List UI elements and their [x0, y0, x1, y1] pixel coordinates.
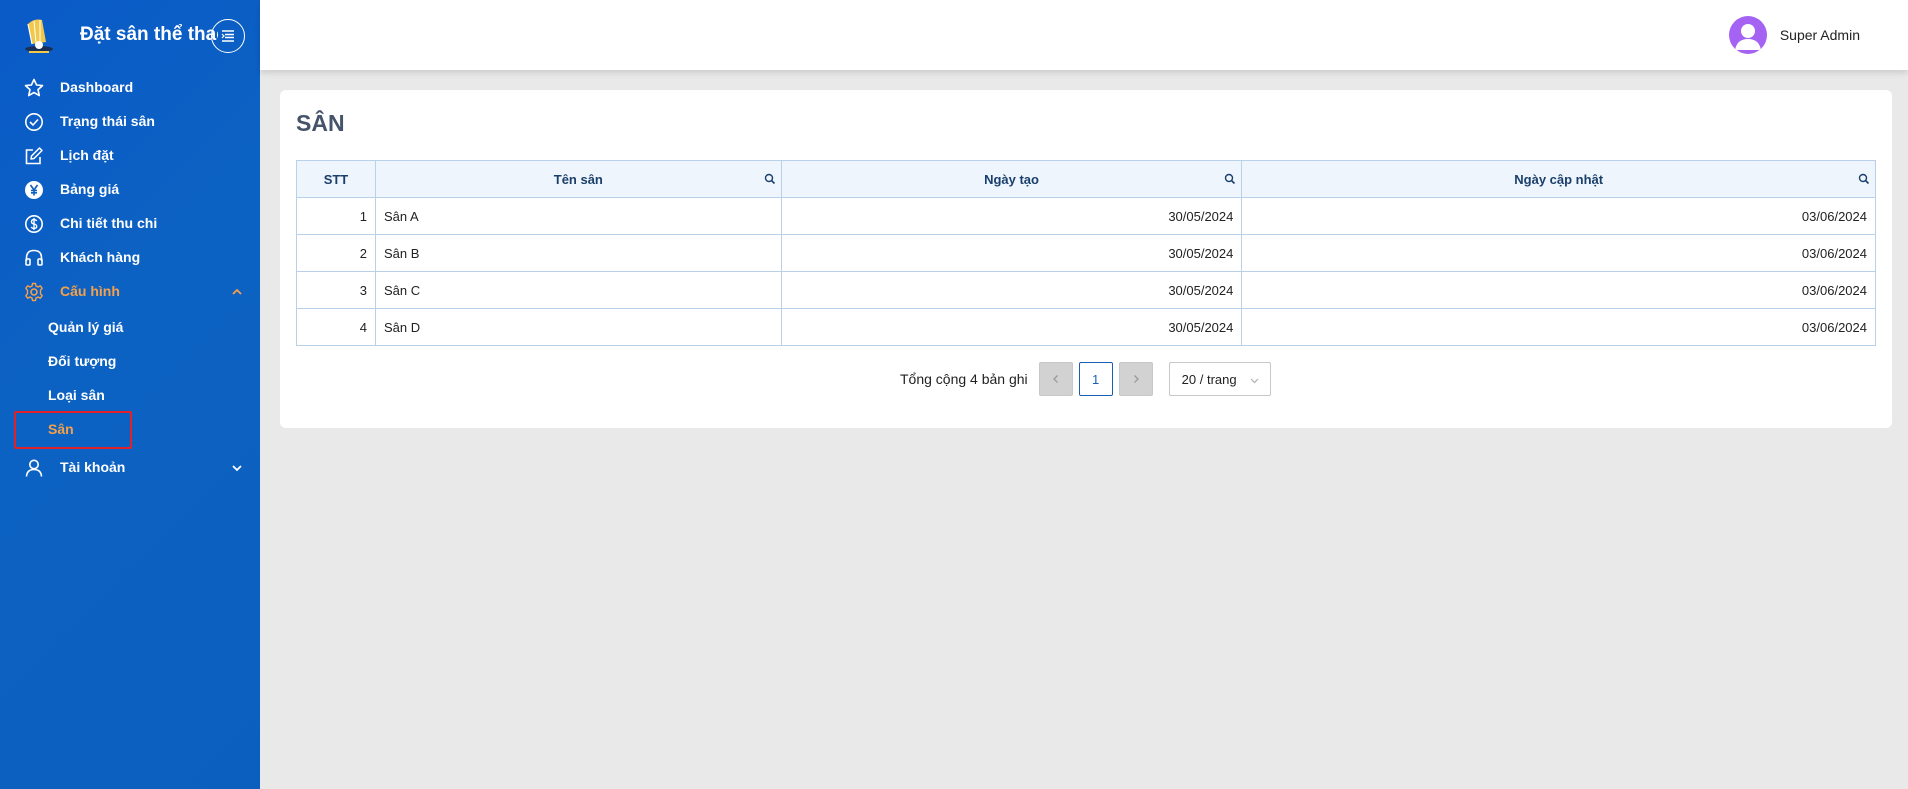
- cell-name: Sân B: [374, 234, 782, 272]
- avatar: [1728, 16, 1767, 54]
- sidebar-subitem-label: Loại sân: [48, 387, 105, 403]
- sidebar-subitem-customer-types[interactable]: Đối tượng: [0, 346, 260, 376]
- sidebar-item-court-status[interactable]: Trạng thái sân: [0, 106, 260, 136]
- brand: Đặt sân thể thao: [0, 0, 260, 72]
- badminton-shuttle-logo: [20, 14, 58, 54]
- dollar-circle-icon: [23, 213, 45, 235]
- sidebar-subitem-label: Đối tượng: [48, 353, 117, 369]
- cell-created: 30/05/2024: [780, 197, 1243, 235]
- selection-highlight-box: [14, 411, 132, 449]
- page-size-select[interactable]: 20 / trang: [1168, 362, 1271, 396]
- column-header-label: Ngày cập nhật: [1514, 171, 1604, 187]
- courts-table: STT Tên sân Ngày tạo Ngày cập nhật 1 Sân…: [296, 160, 1876, 346]
- sidebar-item-label: Khách hàng: [60, 249, 141, 265]
- sidebar-item-booking-schedule[interactable]: Lịch đặt: [0, 140, 260, 170]
- sidebar-item-label: Tài khoản: [60, 459, 126, 475]
- table-row[interactable]: 4 Sân D 30/05/2024 03/06/2024: [296, 308, 1876, 346]
- sidebar-item-label: Chi tiết thu chi: [60, 215, 158, 231]
- user-avatar-icon: [1734, 24, 1761, 50]
- search-icon[interactable]: [1858, 173, 1870, 185]
- sidebar-item-accounts[interactable]: Tài khoản: [0, 452, 260, 482]
- total-records: Tổng cộng 4 bản ghi: [900, 371, 1028, 387]
- pagination: Tổng cộng 4 bản ghi 1 20 / trang: [900, 362, 1271, 396]
- table-row[interactable]: 2 Sân B 30/05/2024 03/06/2024: [296, 234, 1876, 272]
- sidebar-subitem-court-types[interactable]: Loại sân: [0, 380, 260, 410]
- chevron-up-icon: [230, 285, 244, 299]
- cell-updated: 03/06/2024: [1241, 271, 1876, 309]
- table-header-row: STT Tên sân Ngày tạo Ngày cập nhật: [296, 160, 1876, 198]
- gear-icon: [23, 281, 45, 303]
- chevron-down-icon: [1249, 374, 1260, 385]
- cell-created: 30/05/2024: [780, 271, 1243, 309]
- cell-updated: 03/06/2024: [1241, 234, 1876, 272]
- column-header-stt: STT: [296, 160, 376, 198]
- cell-updated: 03/06/2024: [1241, 197, 1876, 235]
- sidebar-item-label: Cấu hình: [60, 283, 120, 299]
- search-icon[interactable]: [764, 173, 776, 185]
- cell-name: Sân D: [374, 308, 782, 346]
- cell-created: 30/05/2024: [780, 234, 1243, 272]
- check-circle-icon: [23, 111, 45, 133]
- cell-stt: 2: [296, 234, 376, 272]
- sidebar-item-label: Trạng thái sân: [60, 113, 155, 129]
- column-header-name: Tên sân: [374, 160, 782, 198]
- column-header-label: Tên sân: [553, 171, 603, 187]
- sidebar-subitem-price-management[interactable]: Quản lý giá: [0, 312, 260, 342]
- menu-fold-icon: [221, 30, 234, 42]
- cell-stt: 1: [296, 197, 376, 235]
- chevron-right-icon: [1133, 375, 1139, 383]
- sidebar: Đặt sân thể thao Dashboard Trạng thái sâ…: [0, 0, 260, 789]
- column-header-created: Ngày tạo: [780, 160, 1243, 198]
- column-header-label: Ngày tạo: [984, 171, 1039, 187]
- sidebar-item-dashboard[interactable]: Dashboard: [0, 72, 260, 102]
- sidebar-item-label: Dashboard: [60, 79, 134, 95]
- chevron-down-icon: [230, 461, 244, 475]
- sidebar-item-settings[interactable]: Cấu hình: [0, 276, 260, 306]
- cell-updated: 03/06/2024: [1241, 308, 1876, 346]
- top-header: Super Admin: [260, 0, 1908, 70]
- content-card: SÂN STT Tên sân Ngày tạo Ngày cập nhật 1…: [280, 90, 1892, 428]
- sidebar-item-label: Lịch đặt: [60, 147, 114, 163]
- chevron-left-icon: [1052, 375, 1058, 383]
- headset-icon: [23, 247, 45, 269]
- page-title: SÂN: [296, 110, 345, 136]
- column-header-updated: Ngày cập nhật: [1241, 160, 1876, 198]
- user-name: Super Admin: [1779, 27, 1860, 43]
- sidebar-item-income-expense[interactable]: Chi tiết thu chi: [0, 208, 260, 238]
- cell-name: Sân C: [374, 271, 782, 309]
- edit-icon: [23, 145, 45, 167]
- sidebar-item-label: Bảng giá: [60, 181, 120, 197]
- sidebar-item-customers[interactable]: Khách hàng: [0, 242, 260, 272]
- user-menu[interactable]: Super Admin: [1728, 15, 1860, 55]
- table-row[interactable]: 3 Sân C 30/05/2024 03/06/2024: [296, 271, 1876, 309]
- prev-page-button[interactable]: [1038, 362, 1073, 396]
- cell-created: 30/05/2024: [780, 308, 1243, 346]
- table-row[interactable]: 1 Sân A 30/05/2024 03/06/2024: [296, 197, 1876, 235]
- sidebar-subitem-label: Quản lý giá: [48, 319, 124, 335]
- sidebar-item-price-table[interactable]: Bảng giá: [0, 174, 260, 204]
- cell-name: Sân A: [374, 197, 782, 235]
- cell-stt: 3: [296, 271, 376, 309]
- page-number-button[interactable]: 1: [1078, 362, 1113, 396]
- app-title: Đặt sân thể thao: [80, 24, 218, 45]
- user-icon: [23, 457, 45, 479]
- star-icon: [23, 77, 45, 99]
- search-icon[interactable]: [1224, 173, 1236, 185]
- column-header-label: STT: [323, 171, 349, 187]
- yen-icon: [23, 179, 45, 201]
- page-size-value: 20 / trang: [1181, 371, 1237, 387]
- cell-stt: 4: [296, 308, 376, 346]
- next-page-button[interactable]: [1118, 362, 1153, 396]
- sidebar-toggle-button[interactable]: [211, 19, 245, 53]
